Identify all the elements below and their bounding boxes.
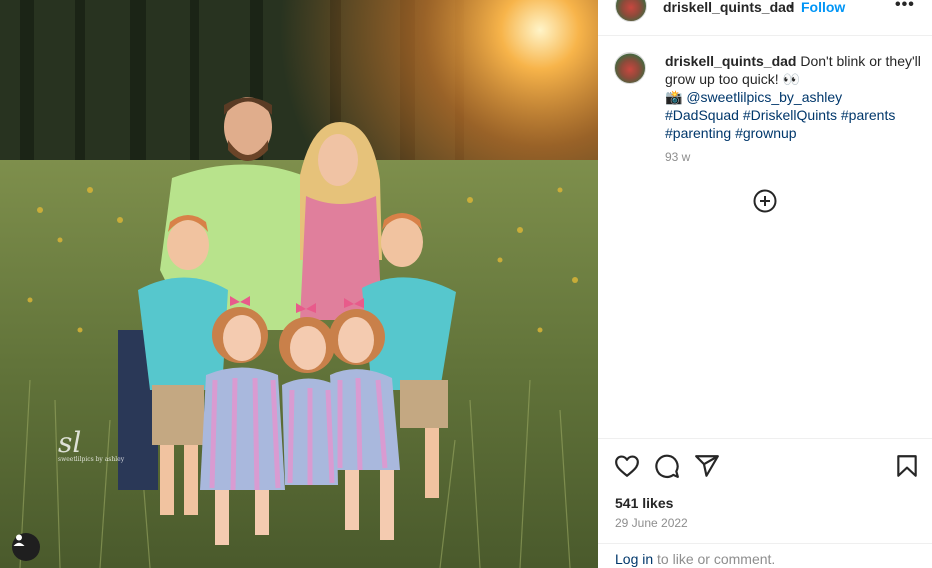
hashtag-parenting[interactable]: #parenting	[665, 125, 731, 141]
likes-count[interactable]: 541 likes	[615, 495, 673, 511]
login-link[interactable]: Log in	[615, 551, 653, 567]
post-details-panel: driskell_quints_dad • Follow ••• driskel…	[598, 0, 932, 568]
post-photo[interactable]: sl sweetlilpics by ashley	[0, 0, 598, 568]
load-more-comments-button[interactable]	[753, 189, 777, 213]
caption-text: driskell_quints_dad Don't blink or they'…	[665, 52, 925, 142]
hashtag-dadsquad[interactable]: #DadSquad	[665, 107, 739, 123]
hashtag-driskellquints[interactable]: #DriskellQuints	[743, 107, 837, 123]
comment-icon	[655, 454, 679, 478]
camera-emoji: 📸	[665, 89, 683, 105]
family-photo-illustration	[0, 0, 598, 568]
caption-username[interactable]: driskell_quints_dad	[665, 53, 796, 69]
separator-dot: •	[789, 0, 794, 14]
user-tag-button[interactable]	[12, 533, 40, 561]
heart-icon	[615, 455, 639, 477]
bookmark-icon	[897, 455, 917, 477]
like-button[interactable]	[614, 453, 640, 479]
user-icon	[13, 534, 25, 546]
share-button[interactable]	[694, 453, 720, 479]
post-date[interactable]: 29 June 2022	[615, 516, 688, 530]
post-actions: 541 likes 29 June 2022 Log in to like or…	[598, 438, 932, 568]
caption-time-ago[interactable]: 93 w	[665, 150, 690, 164]
follow-button[interactable]: Follow	[801, 0, 845, 15]
comment-button[interactable]	[654, 453, 680, 479]
caption-avatar[interactable]	[614, 52, 646, 84]
photo-watermark: sl sweetlilpics by ashley	[58, 426, 125, 464]
login-prompt-text: to like or comment.	[653, 551, 776, 567]
post-header: driskell_quints_dad • Follow •••	[598, 0, 932, 36]
plus-circle-icon	[753, 189, 777, 213]
hashtag-grownup[interactable]: #grownup	[735, 125, 797, 141]
more-options-icon[interactable]: •••	[895, 0, 915, 14]
login-to-comment-bar: Log in to like or comment.	[598, 543, 932, 568]
hashtag-parents[interactable]: #parents	[841, 107, 895, 123]
author-avatar[interactable]	[615, 0, 647, 22]
mention-link[interactable]: @sweetlilpics_by_ashley	[686, 89, 842, 105]
share-icon	[695, 455, 719, 477]
save-button[interactable]	[894, 453, 920, 479]
author-username[interactable]: driskell_quints_dad	[663, 0, 794, 15]
